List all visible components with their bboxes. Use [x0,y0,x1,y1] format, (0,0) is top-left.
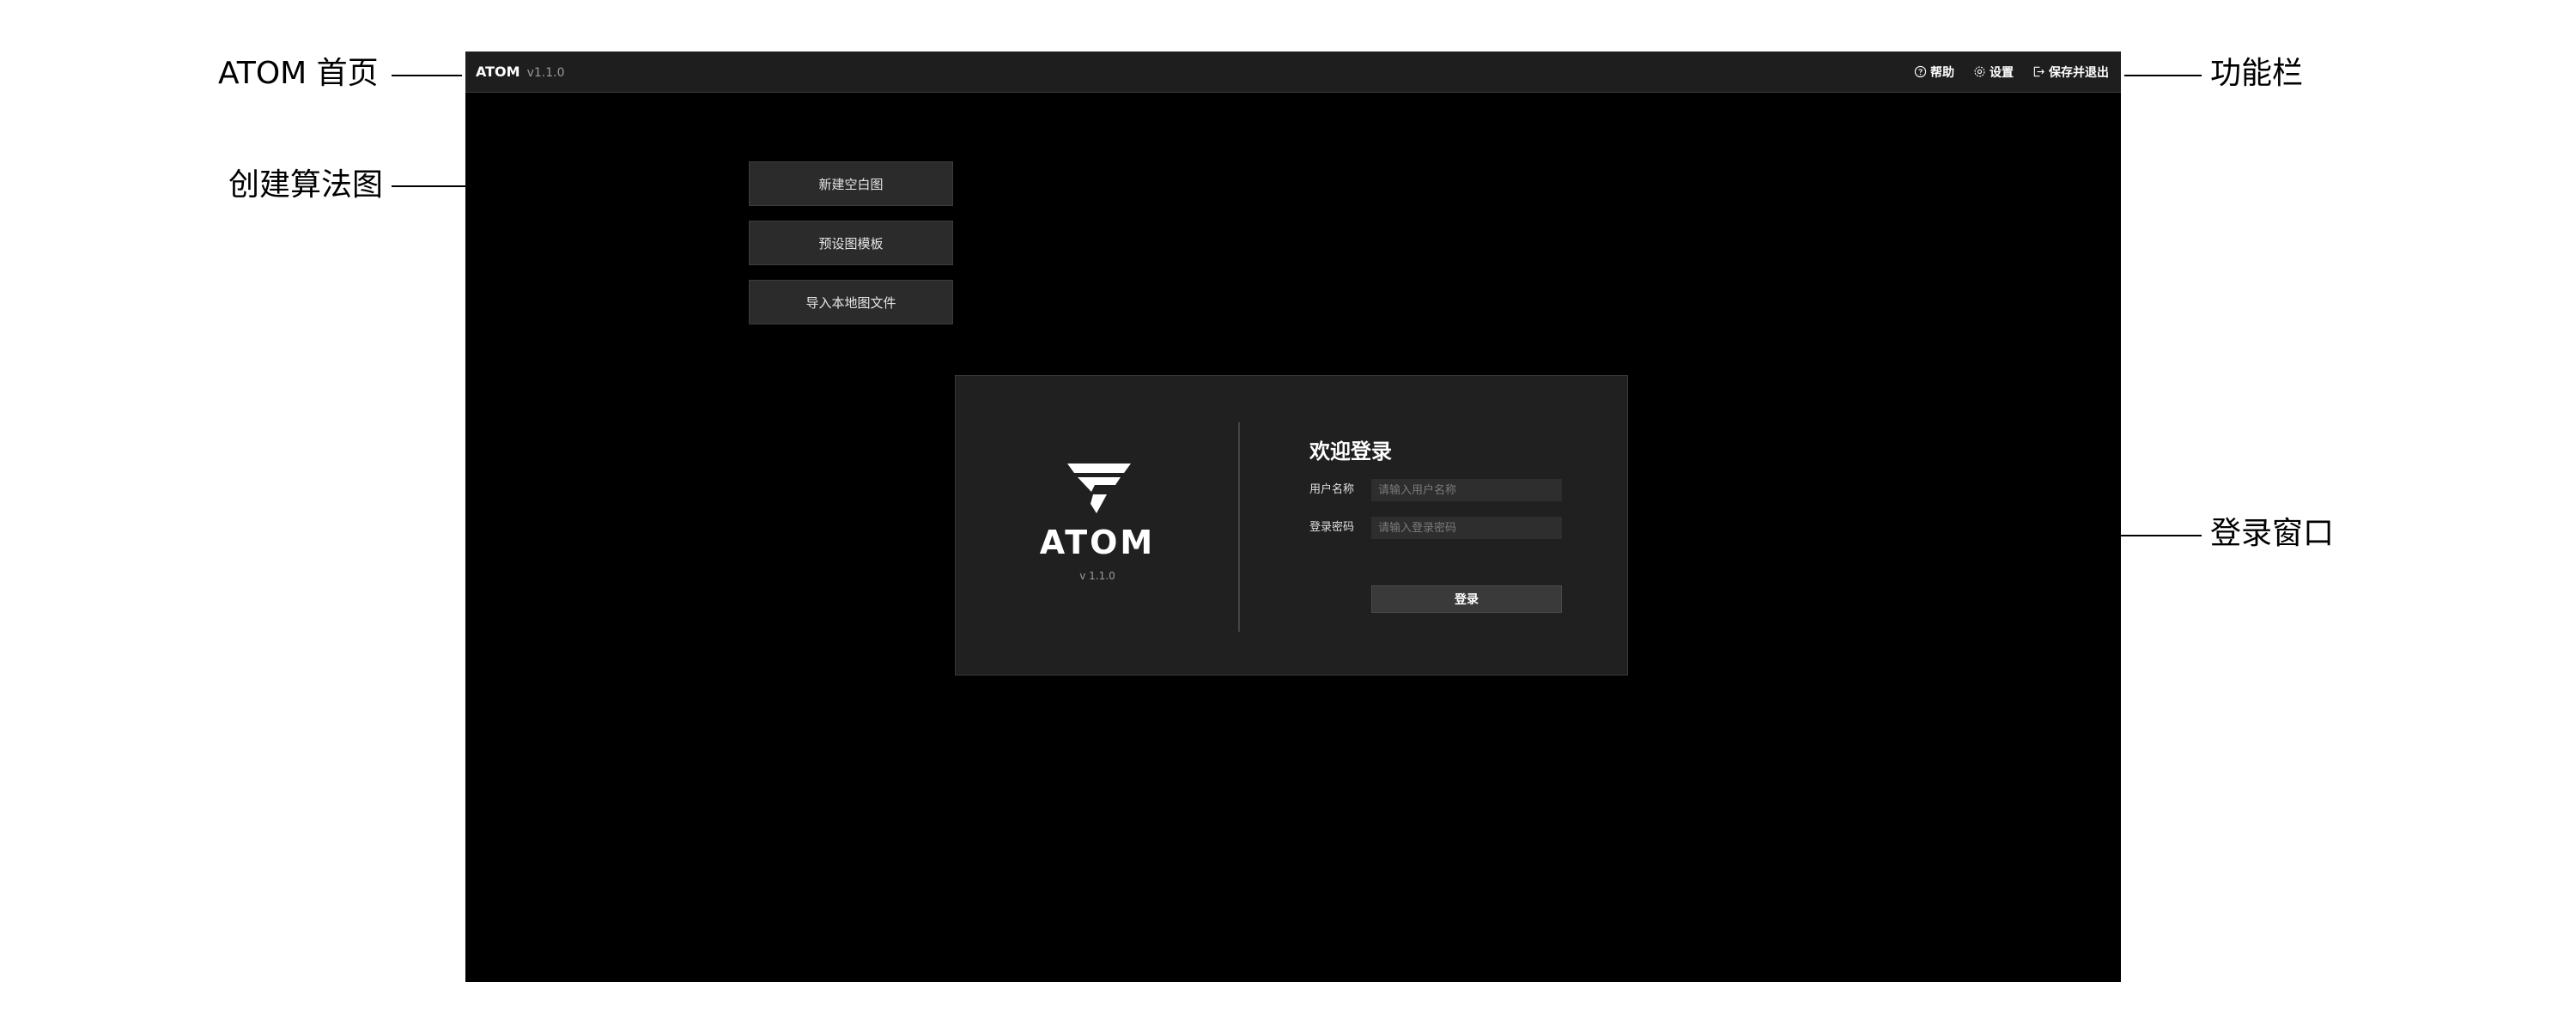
save-exit-button[interactable]: 保存并退出 [2032,64,2109,81]
preset-template-button[interactable]: 预设图模板 [749,221,953,265]
annotation-login-label: 登录窗口 [2210,516,2335,551]
annotation-home-line [392,75,462,76]
app-version: v1.1.0 [526,66,565,80]
top-bar: ATOM v1.1.0 帮助 设置 保存并退出 [465,52,2121,93]
login-divider [1238,422,1240,632]
function-toolbar: 帮助 设置 保存并退出 [1914,52,2109,92]
diagram-canvas: ATOM 首页 创建算法图 功能栏 登录窗口 ATOM v1.1.0 帮助 设置… [0,0,2576,1030]
help-label: 帮助 [1930,65,1954,80]
app-window: ATOM v1.1.0 帮助 设置 保存并退出 新建空白图 预设图模板 导入本地… [465,52,2121,982]
logo-version: v 1.1.0 [1079,570,1115,582]
new-blank-graph-button[interactable]: 新建空白图 [749,161,953,206]
annotation-toolbar-line [2124,75,2202,76]
password-input[interactable] [1371,517,1562,539]
atom-logo-icon [1067,464,1131,513]
exit-icon [2032,65,2045,78]
login-button[interactable]: 登录 [1371,585,1562,613]
logo-area: ATOM v 1.1.0 [956,376,1239,676]
annotation-home-label: ATOM 首页 [218,56,379,91]
password-label: 登录密码 [1309,521,1355,534]
login-dialog: ATOM v 1.1.0 欢迎登录 用户名称 登录密码 登录 [955,375,1628,676]
settings-label: 设置 [1990,65,2014,80]
username-input[interactable] [1371,479,1562,501]
help-icon [1914,65,1927,78]
annotation-create-label: 创建算法图 [228,167,384,203]
logo-name: ATOM [1039,524,1156,561]
import-local-file-button[interactable]: 导入本地图文件 [749,280,953,324]
annotation-toolbar-label: 功能栏 [2210,56,2304,91]
app-brand: ATOM v1.1.0 [476,52,565,92]
username-label: 用户名称 [1309,483,1355,496]
gear-icon [1973,65,1986,78]
app-name: ATOM [476,64,520,80]
help-button[interactable]: 帮助 [1914,64,1954,81]
save-exit-label: 保存并退出 [2049,65,2109,80]
settings-button[interactable]: 设置 [1973,64,2014,81]
login-title: 欢迎登录 [1309,439,1392,464]
